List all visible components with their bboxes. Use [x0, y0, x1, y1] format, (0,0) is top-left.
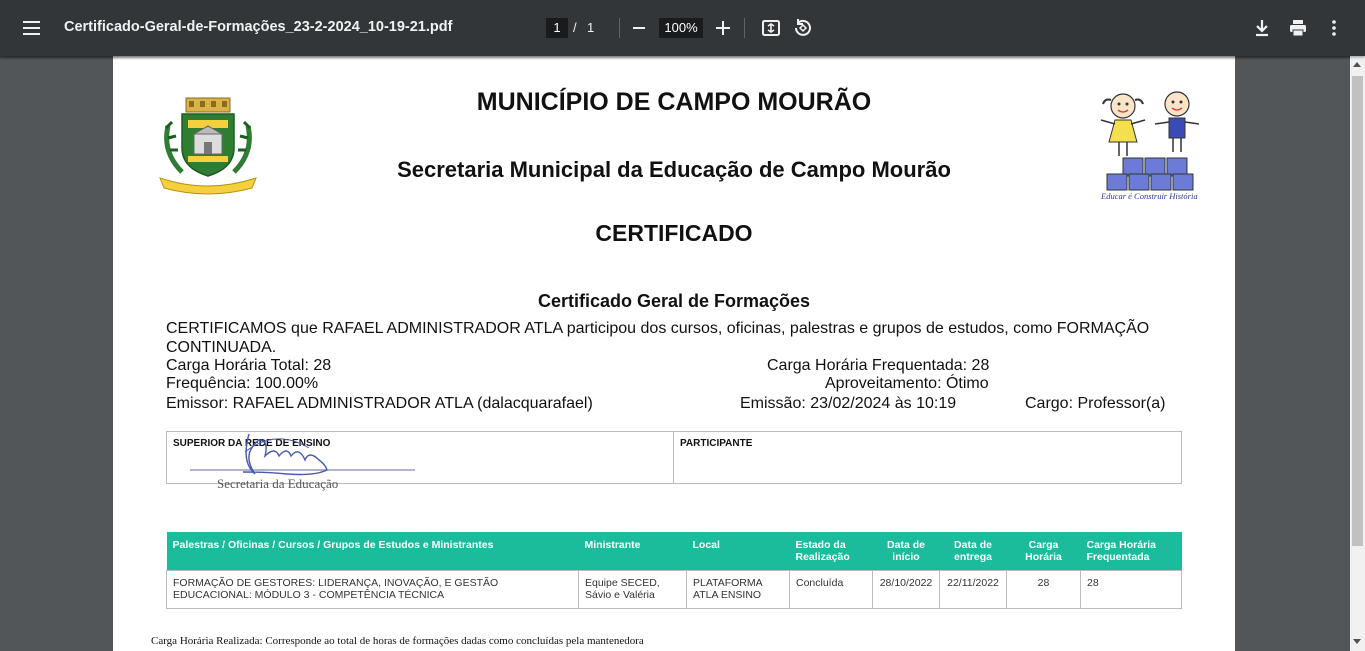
- col-header-data-entrega: Data de entrega: [939, 532, 1007, 570]
- participant-signature-cell: PARTICIPANTE: [674, 432, 1181, 483]
- vertical-scrollbar[interactable]: [1350, 56, 1365, 651]
- cargo: Cargo: Professor(a): [1025, 395, 1166, 412]
- toolbar-divider: [744, 18, 745, 38]
- cell-estado: Concluída: [789, 569, 873, 609]
- scrollbar-thumb[interactable]: [1352, 76, 1363, 546]
- toolbar-shadow: [0, 56, 1350, 60]
- table-header-row: Palestras / Oficinas / Cursos / Grupos d…: [166, 532, 1182, 570]
- total-pages: 1: [587, 20, 595, 35]
- cell-carga: 28: [1006, 569, 1081, 609]
- aproveitamento: Aproveitamento: Ótimo: [825, 375, 989, 392]
- participant-label: PARTICIPANTE: [680, 438, 753, 449]
- signature-scribble-icon: [190, 433, 415, 476]
- printer-icon: [1290, 20, 1306, 37]
- emissao: Emissão: 23/02/2024 às 10:19: [740, 395, 957, 412]
- page-number-input[interactable]: 1: [546, 18, 568, 38]
- cell-ministrante: Equipe SECED, Sávio e Valéria: [578, 569, 687, 609]
- zoom-in-button[interactable]: [711, 16, 735, 40]
- secretariat-title: Secretaria Municipal da Educação de Camp…: [397, 157, 951, 182]
- superior-signature-cell: SUPERIOR DA REDE DE ENSINO Secretaria da…: [167, 432, 674, 491]
- print-button[interactable]: [1286, 16, 1310, 40]
- fit-page-icon: [762, 20, 780, 36]
- pdf-toolbar: Certificado-Geral-de-Formações_23-2-2024…: [0, 0, 1365, 56]
- menu-icon[interactable]: [20, 18, 44, 38]
- col-header-estado: Estado da Realização: [789, 532, 873, 570]
- minus-icon: [633, 27, 645, 29]
- scroll-down-arrow-icon[interactable]: [1353, 639, 1361, 644]
- emissor: Emissor: RAFAEL ADMINISTRADOR ATLA (dala…: [166, 395, 593, 412]
- statement-line-1: CERTIFICAMOS que RAFAEL ADMINISTRADOR AT…: [166, 320, 1150, 337]
- fit-to-page-button[interactable]: [759, 16, 783, 40]
- toolbar-divider: [619, 18, 620, 38]
- frequencia: Frequência: 100.00%: [166, 375, 319, 392]
- file-title: Certificado-Geral-de-Formações_23-2-2024…: [64, 19, 453, 35]
- col-header-course: Palestras / Oficinas / Cursos / Grupos d…: [166, 532, 579, 570]
- scroll-up-arrow-icon[interactable]: [1353, 62, 1361, 67]
- cell-course: FORMAÇÃO DE GESTORES: LIDERANÇA, INOVAÇÃ…: [166, 569, 579, 609]
- col-header-ministrante: Ministrante: [578, 532, 687, 570]
- col-header-carga-frequentada: Carga Horária Frequentada: [1080, 532, 1182, 570]
- carga-horaria-total: Carga Horária Total: 28: [166, 357, 332, 374]
- col-header-local: Local: [686, 532, 790, 570]
- cell-data-entrega: 22/11/2022: [939, 569, 1007, 609]
- logo-tagline: Educar é Construir História: [1100, 191, 1198, 201]
- footnote: Carga Horária Realizada: Corresponde ao …: [151, 635, 644, 647]
- more-vert-icon: [1332, 20, 1336, 36]
- table-row: FORMAÇÃO DE GESTORES: LIDERANÇA, INOVAÇÃ…: [166, 569, 1182, 609]
- more-actions-button[interactable]: [1322, 16, 1346, 40]
- statement-line-2: CONTINUADA.: [166, 339, 277, 356]
- municipality-title: MUNICÍPIO DE CAMPO MOURÃO: [476, 88, 872, 116]
- signature-box: SUPERIOR DA REDE DE ENSINO Secretaria da…: [166, 431, 1182, 491]
- cell-data-inicio: 28/10/2022: [872, 569, 940, 609]
- col-header-carga: Carga Horária: [1006, 532, 1081, 570]
- rotate-icon: [795, 19, 811, 36]
- cell-local: PLATAFORMA ATLA ENSINO: [686, 569, 790, 609]
- download-icon: [1256, 20, 1268, 37]
- carga-horaria-frequentada: Carga Horária Frequentada: 28: [767, 357, 990, 374]
- courses-table: Palestras / Oficinas / Cursos / Grupos d…: [166, 532, 1182, 609]
- section-title: Certificado Geral de Formações: [537, 291, 811, 311]
- zoom-out-button[interactable]: [627, 16, 651, 40]
- col-header-data-inicio: Data de início: [872, 532, 940, 570]
- plus-icon: [716, 21, 730, 35]
- pdf-page: Educar é Construir História MUNICÍPIO DE…: [113, 56, 1235, 651]
- certificate-title: CERTIFICADO: [595, 220, 753, 246]
- signature-caption: Secretaria da Educação: [217, 476, 339, 491]
- zoom-level-input[interactable]: 100%: [659, 18, 703, 38]
- cell-carga-frequentada: 28: [1080, 569, 1182, 609]
- download-button[interactable]: [1250, 16, 1274, 40]
- page-separator: /: [573, 20, 577, 35]
- rotate-button[interactable]: [791, 16, 815, 40]
